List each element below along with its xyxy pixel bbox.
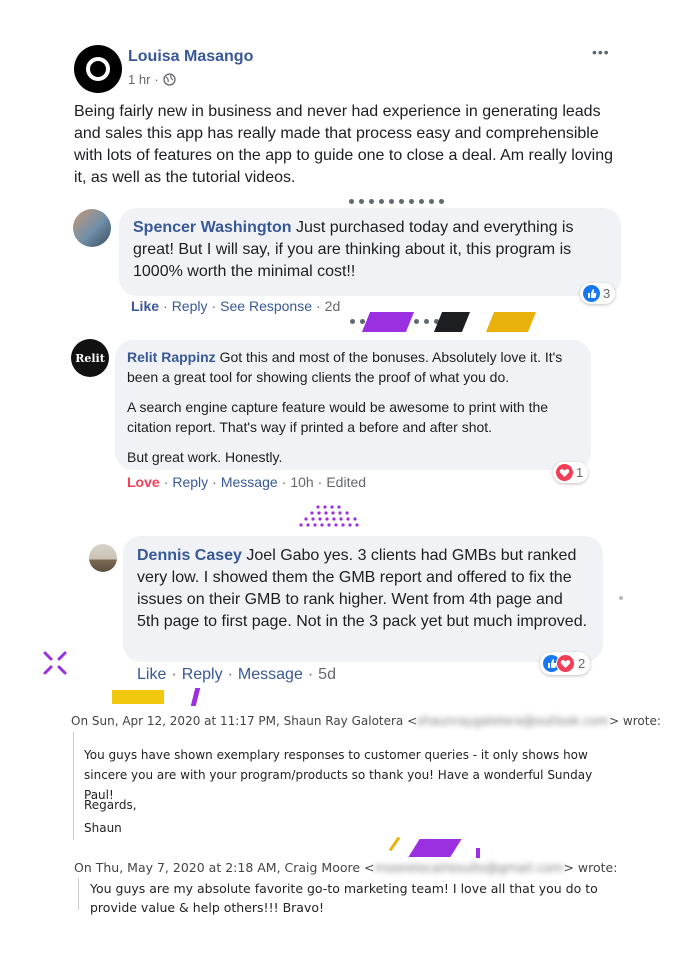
- comment-bubble: Relit Rappinz Got this and most of the b…: [115, 340, 591, 470]
- love-reaction-icon: [556, 654, 575, 673]
- stray-dot: [619, 596, 623, 600]
- like-reaction-icon: [583, 285, 600, 302]
- comment-author[interactable]: Dennis Casey: [137, 547, 242, 564]
- edited-label[interactable]: Edited: [326, 474, 366, 490]
- comment-text: But great work. Honestly.: [127, 449, 283, 465]
- redacted-email: shaunraygalotera@outlook.com: [417, 714, 610, 728]
- message-button[interactable]: Message: [238, 666, 303, 684]
- reaction-count: 3: [603, 286, 611, 301]
- comment-author[interactable]: Relit Rappinz: [127, 349, 216, 365]
- comment-text: A search engine capture feature would be…: [127, 399, 549, 435]
- divider-dots: [414, 319, 439, 325]
- comment-bubble: Dennis Casey Joel Gabo yes. 3 clients ha…: [123, 536, 603, 662]
- more-options-button[interactable]: •••: [592, 44, 610, 60]
- see-response-link[interactable]: See Response: [220, 298, 312, 314]
- accent-shape: [361, 312, 415, 332]
- reaction-summary[interactable]: 1: [553, 462, 589, 483]
- email-body: You guys are my absolute favorite go-to …: [90, 881, 598, 915]
- reaction-summary[interactable]: 2: [540, 652, 591, 675]
- comment-avatar[interactable]: Relit: [71, 339, 109, 377]
- email-header-text: > wrote:: [563, 860, 618, 875]
- message-button[interactable]: Message: [221, 474, 278, 490]
- reply-button[interactable]: Reply: [172, 298, 208, 314]
- email-header-text: On Sun, Apr 12, 2020 at 11:17 PM, Shaun …: [71, 714, 418, 728]
- reaction-count: 1: [576, 465, 584, 480]
- comment-avatar[interactable]: [89, 544, 117, 572]
- like-button[interactable]: Like: [131, 298, 159, 314]
- reply-button[interactable]: Reply: [172, 474, 208, 490]
- comment-time: 5d: [318, 666, 336, 683]
- post-body: Being fairly new in business and never h…: [74, 103, 613, 186]
- comment-actions: Like · Reply · See Response · 2d: [131, 298, 341, 314]
- email-signature: Shaun: [84, 821, 122, 835]
- divider-dots: [350, 319, 365, 325]
- comment-bubble: Spencer Washington Just purchased today …: [119, 208, 621, 296]
- email-header: On Sun, Apr 12, 2020 at 11:17 PM, Shaun …: [71, 714, 661, 728]
- email-header-text: > wrote:: [609, 714, 661, 728]
- accent-shape: [433, 312, 471, 332]
- love-reaction-icon: [556, 464, 573, 481]
- accent-shape: [112, 690, 164, 704]
- reply-button[interactable]: Reply: [182, 666, 223, 684]
- sparkle-icon: [43, 651, 67, 675]
- comment-author[interactable]: Spencer Washington: [133, 219, 292, 236]
- reaction-summary[interactable]: 3: [580, 283, 616, 304]
- globe-icon: [163, 73, 176, 86]
- comment-actions: Like · Reply · Message · 5d: [137, 666, 336, 684]
- email-header-text: On Thu, May 7, 2020 at 2:18 AM, Craig Mo…: [74, 860, 375, 875]
- avatar-logo-text: Relit: [75, 351, 105, 365]
- redacted-email: moorelocalresults@gmail.com: [374, 860, 564, 875]
- divider-dots: [349, 199, 444, 205]
- post-author[interactable]: Louisa Masango: [128, 48, 253, 66]
- email-regards: Regards,: [84, 798, 137, 812]
- avatar-logo: [86, 57, 110, 81]
- love-button[interactable]: Love: [127, 474, 160, 490]
- accent-shape: [388, 836, 401, 852]
- quote-bar: [73, 732, 74, 840]
- reaction-count: 2: [578, 656, 586, 671]
- accent-dotted-shape: [299, 505, 359, 527]
- post-time: 1 hr: [128, 72, 151, 87]
- comment-time: 10h: [290, 474, 314, 490]
- post-avatar[interactable]: [74, 45, 122, 93]
- email-body: You guys have shown exemplary responses …: [84, 748, 593, 802]
- accent-shape: [408, 839, 462, 857]
- accent-shape: [476, 848, 480, 858]
- comment-time: 2d: [324, 298, 341, 314]
- accent-shape: [190, 688, 201, 706]
- separator-dot: ·: [154, 72, 159, 87]
- post-timestamp[interactable]: 1 hr ·: [128, 72, 176, 87]
- email-header: On Thu, May 7, 2020 at 2:18 AM, Craig Mo…: [74, 860, 617, 875]
- accent-shape: [485, 312, 537, 332]
- quote-bar: [78, 878, 79, 910]
- like-button[interactable]: Like: [137, 666, 166, 684]
- comment-avatar[interactable]: [73, 209, 111, 247]
- comment-actions: Love · Reply · Message · 10h · Edited: [127, 474, 367, 490]
